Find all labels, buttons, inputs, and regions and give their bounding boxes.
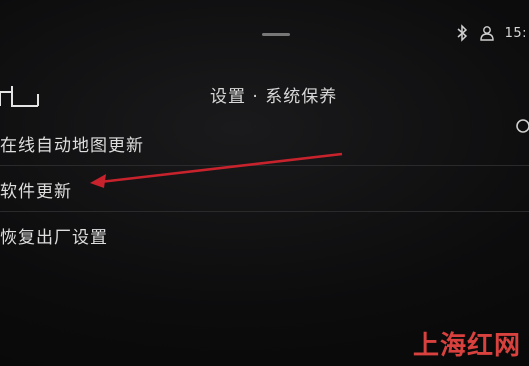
settings-menu: 在线自动地图更新 软件更新 恢复出厂设置 — [0, 120, 529, 258]
back-arrow-icon — [0, 86, 39, 107]
menu-item-label: 软件更新 — [0, 181, 72, 202]
car-infotainment-screen: 15: 设置 · 系统保养 在线自动地图更新 软件更新 恢复出厂设置 上海红网 — [0, 0, 529, 366]
pull-down-handle[interactable] — [262, 33, 290, 36]
menu-item-label: 在线自动地图更新 — [0, 135, 144, 156]
bluetooth-icon — [457, 24, 467, 42]
clock: 15: — [504, 25, 527, 41]
page-title: 设置 · 系统保养 — [210, 87, 338, 107]
menu-item-factory-reset[interactable]: 恢复出厂设置 — [0, 212, 529, 258]
user-icon — [479, 26, 494, 41]
menu-item-label: 恢复出厂设置 — [0, 227, 108, 248]
menu-item-online-map-update[interactable]: 在线自动地图更新 — [0, 120, 529, 166]
status-bar: 15: — [455, 22, 529, 44]
menu-item-software-update[interactable]: 软件更新 — [0, 166, 529, 212]
back-button[interactable] — [0, 82, 40, 112]
watermark-logo: 上海红网 — [412, 331, 521, 361]
